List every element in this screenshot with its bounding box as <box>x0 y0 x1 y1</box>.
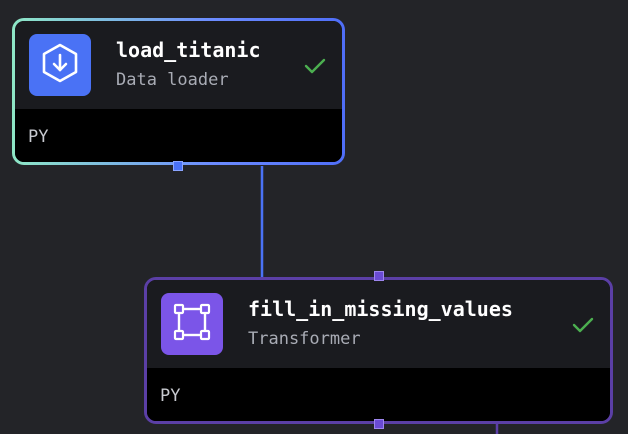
block-footer: PY <box>15 109 342 162</box>
block-footer: PY <box>147 368 610 421</box>
input-port[interactable] <box>374 271 384 281</box>
block-title: load_titanic <box>116 38 261 62</box>
block-header: fill_in_missing_values Transformer <box>147 280 610 368</box>
transform-frame-icon <box>172 302 212 346</box>
block-icon-badge <box>29 34 91 96</box>
block-type-label: Data loader <box>116 70 229 90</box>
output-port[interactable] <box>173 161 183 171</box>
language-tag: PY <box>160 386 181 406</box>
checkmark-icon <box>304 57 326 75</box>
language-tag: PY <box>28 127 49 147</box>
block-title: fill_in_missing_values <box>248 297 513 321</box>
block-header: load_titanic Data loader <box>15 21 342 109</box>
block-node-load-titanic[interactable]: load_titanic Data loader PY <box>12 18 345 165</box>
block-node-fill-in-missing-values[interactable]: fill_in_missing_values Transformer PY <box>144 277 613 424</box>
checkmark-icon <box>572 316 594 334</box>
block-icon-badge <box>161 293 223 355</box>
pipeline-canvas[interactable]: load_titanic Data loader PY fill_in_miss… <box>0 0 628 434</box>
block-type-label: Transformer <box>248 329 361 349</box>
download-icon <box>41 43 79 87</box>
output-port[interactable] <box>374 419 384 429</box>
